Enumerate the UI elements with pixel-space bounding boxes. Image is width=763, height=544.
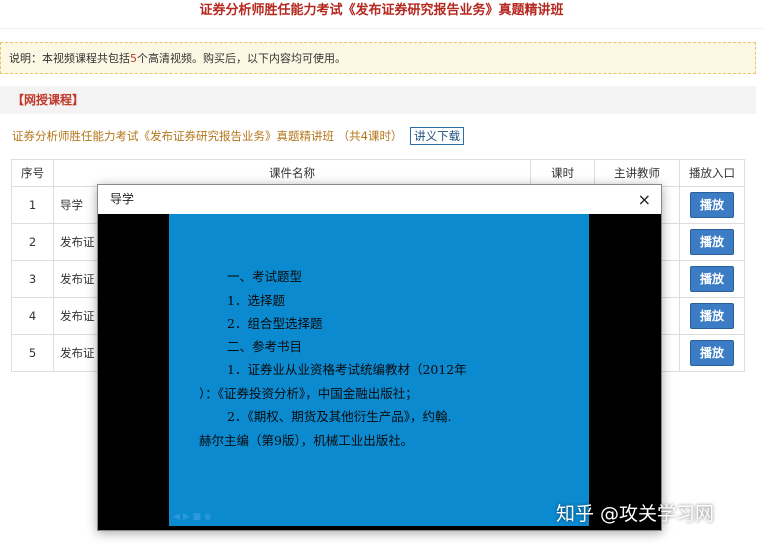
notice-suffix: 个高清视频。购买后，以下内容均可使用。 [137, 52, 346, 65]
header-course-name: 课件名称 [52, 159, 532, 187]
play-button[interactable]: 播放 [689, 340, 734, 366]
modal-header: 导学 × [98, 185, 661, 215]
course-hours: （共4课时） [337, 129, 403, 143]
row-play-cell: 播放 [678, 334, 746, 372]
row-play-cell: 播放 [678, 260, 746, 298]
slide-line: 赫尔主编（第9版），机械工业出版社。 [199, 433, 414, 448]
video-modal: 导学 × 一、考试题型 1．选择题 2．组合型选择题 二、参考书目 1．证券业从… [97, 184, 662, 531]
row-index: 2 [11, 223, 54, 261]
slide-line: ）：《证券投资分析》，中国金融出版社； [199, 386, 418, 401]
video-player[interactable]: 一、考试题型 1．选择题 2．组合型选择题 二、参考书目 1．证券业从业资格考试… [98, 214, 661, 530]
row-index: 4 [11, 297, 54, 335]
row-index: 1 [11, 186, 54, 224]
row-index: 3 [11, 260, 54, 298]
play-button[interactable]: 播放 [689, 229, 734, 255]
row-play-cell: 播放 [678, 186, 746, 224]
course-line: 证券分析师胜任能力考试《发布证券研究报告业务》真题精讲班 （共4课时） 讲义下载 [12, 126, 465, 146]
header-hours: 课时 [530, 159, 596, 187]
modal-title: 导学 [110, 192, 135, 206]
header-teacher: 主讲教师 [594, 159, 680, 187]
header-index: 序号 [11, 159, 54, 187]
notice-prefix: 说明：本视频课程共包括 [9, 52, 130, 65]
notice-count: 5 [130, 52, 137, 65]
course-name: 证券分析师胜任能力考试《发布证券研究报告业务》真题精讲班 [12, 129, 334, 143]
notice-bar: 说明：本视频课程共包括5个高清视频。购买后，以下内容均可使用。 [0, 42, 756, 74]
play-button[interactable]: 播放 [689, 266, 734, 292]
player-controls-icon[interactable]: ◀ ▶ ■ ◉ [173, 512, 212, 522]
slide-line: 1．选择题 [227, 293, 285, 308]
handout-download-button[interactable]: 讲义下载 [410, 127, 465, 145]
row-index: 5 [11, 334, 54, 372]
section-header: 【网授课程】 [0, 86, 756, 114]
row-play-cell: 播放 [678, 297, 746, 335]
slide-line: 2．组合型选择题 [227, 316, 323, 331]
slide-line: 一、考试题型 [227, 269, 303, 284]
play-button[interactable]: 播放 [689, 192, 734, 218]
close-icon[interactable]: × [638, 185, 651, 214]
play-button[interactable]: 播放 [689, 303, 734, 329]
watermark-text: 知乎 @攻关学习网 [556, 503, 715, 525]
slide-line: 2．《期权、期货及其他衍生产品》，约翰. [227, 409, 452, 424]
page-title: 证券分析师胜任能力考试《发布证券研究报告业务》真题精讲班 [0, 0, 763, 29]
slide-line: 1．证券业从业资格考试统编教材（2012年 [227, 362, 467, 377]
lecture-slide: 一、考试题型 1．选择题 2．组合型选择题 二、参考书目 1．证券业从业资格考试… [169, 214, 589, 526]
table-header-row: 序号 课件名称 课时 主讲教师 播放入口 [11, 159, 746, 187]
slide-line: 二、参考书目 [227, 339, 303, 354]
header-play: 播放入口 [678, 159, 746, 187]
row-play-cell: 播放 [678, 223, 746, 261]
